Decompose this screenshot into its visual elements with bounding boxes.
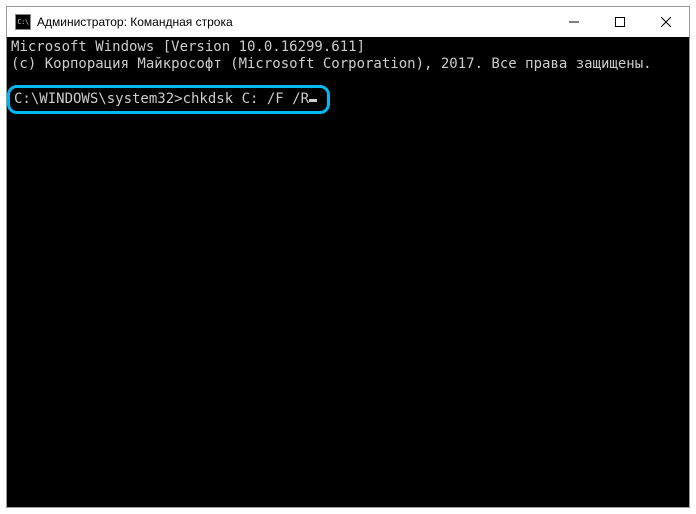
cursor [309,99,317,102]
window-controls [551,7,689,37]
cmd-icon-text: C:\ [17,18,28,26]
command-prompt-window: C:\ Администратор: Командная строка Micr… [6,6,690,508]
minimize-icon [569,17,579,27]
highlighted-command: C:\WINDOWS\system32>chkdsk C: /F /R [7,85,330,114]
window-title: Администратор: Командная строка [37,15,551,29]
close-icon [661,17,671,27]
terminal-area[interactable]: Microsoft Windows [Version 10.0.16299.61… [7,37,689,507]
minimize-button[interactable] [551,7,597,37]
prompt-text: C:\WINDOWS\system32> [14,91,183,108]
prompt-line: C:\WINDOWS\system32>chkdsk C: /F /R [14,91,317,108]
version-line: Microsoft Windows [Version 10.0.16299.61… [11,39,685,56]
titlebar[interactable]: C:\ Администратор: Командная строка [7,7,689,37]
maximize-icon [615,17,625,27]
command-text: chkdsk C: /F /R [183,91,309,108]
close-button[interactable] [643,7,689,37]
maximize-button[interactable] [597,7,643,37]
cmd-icon: C:\ [15,14,31,30]
copyright-line: (c) Корпорация Майкрософт (Microsoft Cor… [11,56,685,73]
